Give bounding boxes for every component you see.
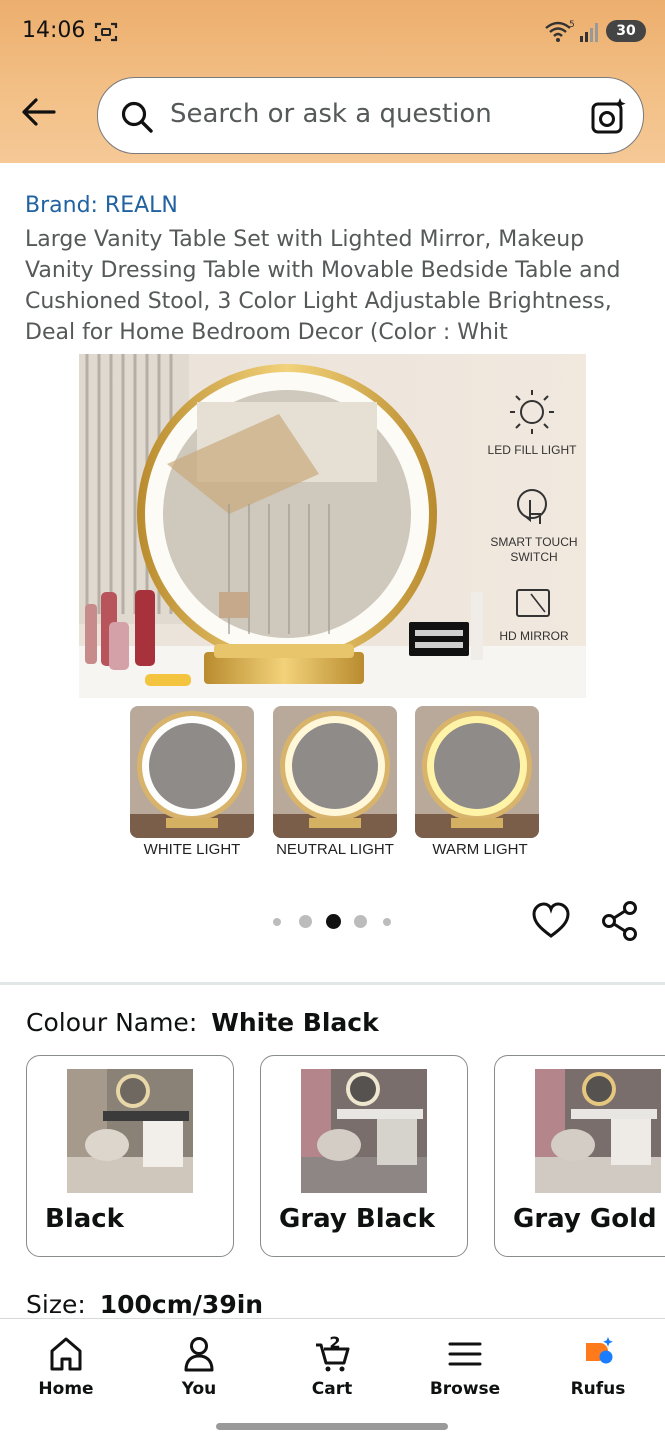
white-light-label: WHITE LIGHT [143, 841, 241, 858]
person-icon [184, 1337, 214, 1372]
share-icon[interactable] [600, 900, 640, 942]
carousel-dot-active[interactable] [326, 914, 341, 929]
feature-led-fill-light: LED FILL LIGHT [488, 443, 578, 457]
heart-icon[interactable] [530, 900, 572, 942]
nav-cart[interactable]: 2 Cart [277, 1319, 387, 1409]
nav-rufus-label: Rufus [570, 1379, 626, 1399]
colour-option-image [67, 1069, 193, 1193]
camera-lens-icon[interactable] [589, 96, 629, 136]
brand-link[interactable]: Brand: REALN [25, 193, 178, 218]
nav-home-label: Home [38, 1379, 94, 1399]
colour-option-black[interactable]: Black [26, 1055, 234, 1257]
nav-you[interactable]: You [144, 1319, 254, 1409]
size-selected: 100cm/39in [99, 1290, 264, 1319]
nav-you-label: You [181, 1379, 217, 1399]
colour-label: Colour Name: [26, 1008, 198, 1037]
colour-option-label: Gray Black [279, 1204, 435, 1234]
battery-indicator: 30 [606, 20, 646, 42]
colour-name-row: Colour Name: White Black [26, 1008, 379, 1037]
thumb-warm-light[interactable] [415, 706, 539, 838]
carousel-dot[interactable] [383, 918, 391, 926]
carousel-dot[interactable] [354, 915, 367, 928]
thumb-white-light[interactable] [130, 706, 254, 838]
product-main-image[interactable]: LED FILL LIGHT SMART TOUCH SWITCH HD MIR… [79, 354, 586, 698]
signal-icon [580, 23, 598, 42]
carousel-dot[interactable] [299, 915, 312, 928]
colour-option-image [535, 1069, 661, 1193]
colour-option-label: Black [45, 1204, 124, 1234]
image-carousel-dots [270, 913, 400, 931]
feature-hd-mirror: HD MIRROR [499, 629, 569, 643]
product-title: Large Vanity Table Set with Lighted Mirr… [25, 227, 621, 345]
nav-home[interactable]: Home [11, 1319, 121, 1409]
size-label: Size: [26, 1290, 86, 1319]
nav-rufus[interactable]: Rufus [543, 1319, 653, 1409]
nav-browse[interactable]: Browse [410, 1319, 520, 1409]
bottom-nav: Home You 2 Cart Browse Rufus [0, 1318, 665, 1440]
status-time: 14:06 [22, 18, 86, 43]
colour-option-image [301, 1069, 427, 1193]
warm-light-label: WARM LIGHT [432, 841, 528, 858]
cart-count: 2 [329, 1335, 340, 1352]
back-arrow-icon[interactable] [20, 93, 58, 131]
size-row: Size: 100cm/39in [26, 1290, 263, 1319]
feature-switch: SWITCH [510, 550, 557, 564]
svg-text:5: 5 [569, 20, 575, 30]
home-icon [50, 1337, 82, 1371]
feature-smart-touch: SMART TOUCH [490, 535, 577, 549]
rufus-icon [586, 1337, 613, 1364]
cart-icon: 2 [316, 1335, 350, 1372]
nav-browse-label: Browse [429, 1379, 501, 1399]
section-divider [0, 982, 665, 985]
wifi-icon: 5 [545, 20, 575, 42]
nav-cart-label: Cart [311, 1379, 353, 1399]
screenshot-icon [94, 22, 118, 42]
gesture-home-bar[interactable] [216, 1423, 448, 1430]
colour-option-gray-black[interactable]: Gray Black [260, 1055, 468, 1257]
neutral-light-label: NEUTRAL LIGHT [276, 841, 394, 858]
colour-option-gray-gold[interactable]: Gray Gold [494, 1055, 665, 1257]
thumb-neutral-light[interactable] [273, 706, 397, 838]
status-bar: 14:06 5 30 [0, 0, 665, 62]
carousel-dot[interactable] [273, 918, 281, 926]
search-placeholder: Search or ask a question [170, 99, 492, 129]
light-mode-thumbnails: WHITE LIGHT NEUTRAL LIGHT WARM LIGHT [130, 706, 540, 861]
search-input[interactable]: Search or ask a question [97, 77, 644, 154]
menu-icon [448, 1342, 482, 1366]
search-icon [121, 101, 153, 133]
colour-option-label: Gray Gold [513, 1204, 657, 1234]
colour-selected: White Black [211, 1008, 379, 1037]
